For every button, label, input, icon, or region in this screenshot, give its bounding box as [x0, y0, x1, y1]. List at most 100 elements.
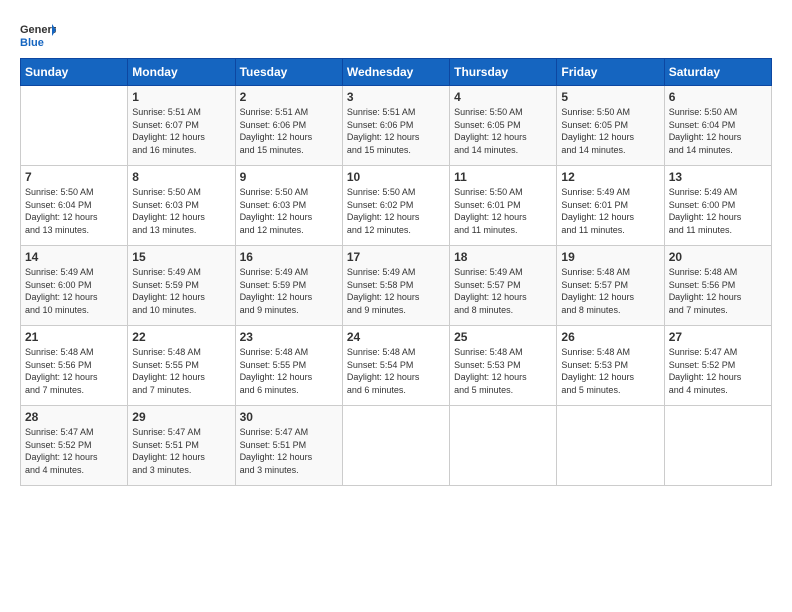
calendar-cell: 2 Sunrise: 5:51 AM Sunset: 6:06 PM Daylig… — [235, 86, 342, 166]
day-info: Sunrise: 5:50 AM Sunset: 6:04 PM Dayligh… — [669, 106, 767, 156]
day-number: 23 — [240, 330, 338, 344]
weekday-header-thursday: Thursday — [450, 59, 557, 86]
day-number: 16 — [240, 250, 338, 264]
day-number: 14 — [25, 250, 123, 264]
calendar-cell: 11 Sunrise: 5:50 AM Sunset: 6:01 PM Dayli… — [450, 166, 557, 246]
day-number: 17 — [347, 250, 445, 264]
day-info: Sunrise: 5:49 AM Sunset: 6:00 PM Dayligh… — [669, 186, 767, 236]
day-number: 19 — [561, 250, 659, 264]
calendar-cell: 8Sunrise: 5:50 AM Sunset: 6:03 PM Daylig… — [128, 166, 235, 246]
day-number: 27 — [669, 330, 767, 344]
week-row-1: 1 Sunrise: 5:51 AM Sunset: 6:07 PM Daylig… — [21, 86, 772, 166]
calendar-cell — [21, 86, 128, 166]
calendar-cell: 22 Sunrise: 5:48 AM Sunset: 5:55 PM Dayli… — [128, 326, 235, 406]
calendar-table: SundayMondayTuesdayWednesdayThursdayFrid… — [20, 58, 772, 486]
day-number: 22 — [132, 330, 230, 344]
calendar-cell: 17 Sunrise: 5:49 AM Sunset: 5:58 PM Dayli… — [342, 246, 449, 326]
day-number: 2 — [240, 90, 338, 104]
calendar-cell: 19 Sunrise: 5:48 AM Sunset: 5:57 PM Dayli… — [557, 246, 664, 326]
day-info: Sunrise: 5:50 AM Sunset: 6:04 PM Dayligh… — [25, 186, 123, 236]
logo: General Blue — [20, 20, 56, 48]
calendar-cell: 9 Sunrise: 5:50 AM Sunset: 6:03 PM Daylig… — [235, 166, 342, 246]
calendar-cell — [557, 406, 664, 486]
calendar-cell: 10 Sunrise: 5:50 AM Sunset: 6:02 PM Dayli… — [342, 166, 449, 246]
svg-text:Blue: Blue — [20, 37, 44, 48]
calendar-cell — [342, 406, 449, 486]
weekday-header-monday: Monday — [128, 59, 235, 86]
day-number: 10 — [347, 170, 445, 184]
day-number: 9 — [240, 170, 338, 184]
day-info: Sunrise: 5:47 AM Sunset: 5:51 PM Dayligh… — [132, 426, 230, 476]
day-number: 13 — [669, 170, 767, 184]
day-info: Sunrise: 5:49 AM Sunset: 6:00 PM Dayligh… — [25, 266, 123, 316]
week-row-2: 7 Sunrise: 5:50 AM Sunset: 6:04 PM Daylig… — [21, 166, 772, 246]
day-number: 12 — [561, 170, 659, 184]
weekday-header-sunday: Sunday — [21, 59, 128, 86]
day-info: Sunrise: 5:47 AM Sunset: 5:52 PM Dayligh… — [25, 426, 123, 476]
calendar-cell: 30 Sunrise: 5:47 AM Sunset: 5:51 PM Dayli… — [235, 406, 342, 486]
calendar-cell: 25 Sunrise: 5:48 AM Sunset: 5:53 PM Dayli… — [450, 326, 557, 406]
calendar-cell: 15Sunrise: 5:49 AM Sunset: 5:59 PM Dayli… — [128, 246, 235, 326]
day-number: 20 — [669, 250, 767, 264]
day-info: Sunrise: 5:49 AM Sunset: 5:59 PM Dayligh… — [132, 266, 230, 316]
day-number: 18 — [454, 250, 552, 264]
calendar-cell: 3 Sunrise: 5:51 AM Sunset: 6:06 PM Daylig… — [342, 86, 449, 166]
calendar-cell — [450, 406, 557, 486]
day-number: 21 — [25, 330, 123, 344]
day-number: 3 — [347, 90, 445, 104]
day-number: 7 — [25, 170, 123, 184]
calendar-cell: 5Sunrise: 5:50 AM Sunset: 6:05 PM Daylig… — [557, 86, 664, 166]
calendar-cell: 13 Sunrise: 5:49 AM Sunset: 6:00 PM Dayli… — [664, 166, 771, 246]
weekday-header-wednesday: Wednesday — [342, 59, 449, 86]
day-info: Sunrise: 5:50 AM Sunset: 6:02 PM Dayligh… — [347, 186, 445, 236]
day-number: 25 — [454, 330, 552, 344]
day-info: Sunrise: 5:48 AM Sunset: 5:55 PM Dayligh… — [132, 346, 230, 396]
day-number: 30 — [240, 410, 338, 424]
calendar-cell: 24Sunrise: 5:48 AM Sunset: 5:54 PM Dayli… — [342, 326, 449, 406]
calendar-cell: 21Sunrise: 5:48 AM Sunset: 5:56 PM Dayli… — [21, 326, 128, 406]
day-info: Sunrise: 5:47 AM Sunset: 5:52 PM Dayligh… — [669, 346, 767, 396]
calendar-cell: 14 Sunrise: 5:49 AM Sunset: 6:00 PM Dayli… — [21, 246, 128, 326]
calendar-cell: 26 Sunrise: 5:48 AM Sunset: 5:53 PM Dayli… — [557, 326, 664, 406]
day-info: Sunrise: 5:47 AM Sunset: 5:51 PM Dayligh… — [240, 426, 338, 476]
day-number: 1 — [132, 90, 230, 104]
week-row-5: 28 Sunrise: 5:47 AM Sunset: 5:52 PM Dayli… — [21, 406, 772, 486]
day-info: Sunrise: 5:48 AM Sunset: 5:53 PM Dayligh… — [561, 346, 659, 396]
calendar-cell: 6Sunrise: 5:50 AM Sunset: 6:04 PM Daylig… — [664, 86, 771, 166]
weekday-header-friday: Friday — [557, 59, 664, 86]
page-header: General Blue — [20, 20, 772, 48]
day-info: Sunrise: 5:51 AM Sunset: 6:06 PM Dayligh… — [240, 106, 338, 156]
day-number: 28 — [25, 410, 123, 424]
day-info: Sunrise: 5:49 AM Sunset: 6:01 PM Dayligh… — [561, 186, 659, 236]
day-info: Sunrise: 5:49 AM Sunset: 5:58 PM Dayligh… — [347, 266, 445, 316]
calendar-cell: 18Sunrise: 5:49 AM Sunset: 5:57 PM Dayli… — [450, 246, 557, 326]
svg-text:General: General — [20, 24, 56, 36]
calendar-cell: 23 Sunrise: 5:48 AM Sunset: 5:55 PM Dayli… — [235, 326, 342, 406]
calendar-cell: 27 Sunrise: 5:47 AM Sunset: 5:52 PM Dayli… — [664, 326, 771, 406]
calendar-cell: 16Sunrise: 5:49 AM Sunset: 5:59 PM Dayli… — [235, 246, 342, 326]
calendar-cell: 4 Sunrise: 5:50 AM Sunset: 6:05 PM Daylig… — [450, 86, 557, 166]
weekday-header-saturday: Saturday — [664, 59, 771, 86]
calendar-cell: 28 Sunrise: 5:47 AM Sunset: 5:52 PM Dayli… — [21, 406, 128, 486]
day-info: Sunrise: 5:50 AM Sunset: 6:01 PM Dayligh… — [454, 186, 552, 236]
day-info: Sunrise: 5:50 AM Sunset: 6:03 PM Dayligh… — [132, 186, 230, 236]
day-number: 26 — [561, 330, 659, 344]
day-info: Sunrise: 5:48 AM Sunset: 5:54 PM Dayligh… — [347, 346, 445, 396]
calendar-cell: 1 Sunrise: 5:51 AM Sunset: 6:07 PM Daylig… — [128, 86, 235, 166]
day-number: 4 — [454, 90, 552, 104]
day-info: Sunrise: 5:48 AM Sunset: 5:56 PM Dayligh… — [669, 266, 767, 316]
day-number: 5 — [561, 90, 659, 104]
calendar-cell: 7 Sunrise: 5:50 AM Sunset: 6:04 PM Daylig… — [21, 166, 128, 246]
weekday-header-tuesday: Tuesday — [235, 59, 342, 86]
day-info: Sunrise: 5:50 AM Sunset: 6:03 PM Dayligh… — [240, 186, 338, 236]
day-number: 11 — [454, 170, 552, 184]
week-row-3: 14 Sunrise: 5:49 AM Sunset: 6:00 PM Dayli… — [21, 246, 772, 326]
calendar-cell — [664, 406, 771, 486]
day-info: Sunrise: 5:51 AM Sunset: 6:06 PM Dayligh… — [347, 106, 445, 156]
day-info: Sunrise: 5:51 AM Sunset: 6:07 PM Dayligh… — [132, 106, 230, 156]
logo-icon: General Blue — [20, 20, 56, 48]
day-info: Sunrise: 5:48 AM Sunset: 5:57 PM Dayligh… — [561, 266, 659, 316]
day-info: Sunrise: 5:50 AM Sunset: 6:05 PM Dayligh… — [454, 106, 552, 156]
day-info: Sunrise: 5:48 AM Sunset: 5:53 PM Dayligh… — [454, 346, 552, 396]
day-info: Sunrise: 5:48 AM Sunset: 5:55 PM Dayligh… — [240, 346, 338, 396]
